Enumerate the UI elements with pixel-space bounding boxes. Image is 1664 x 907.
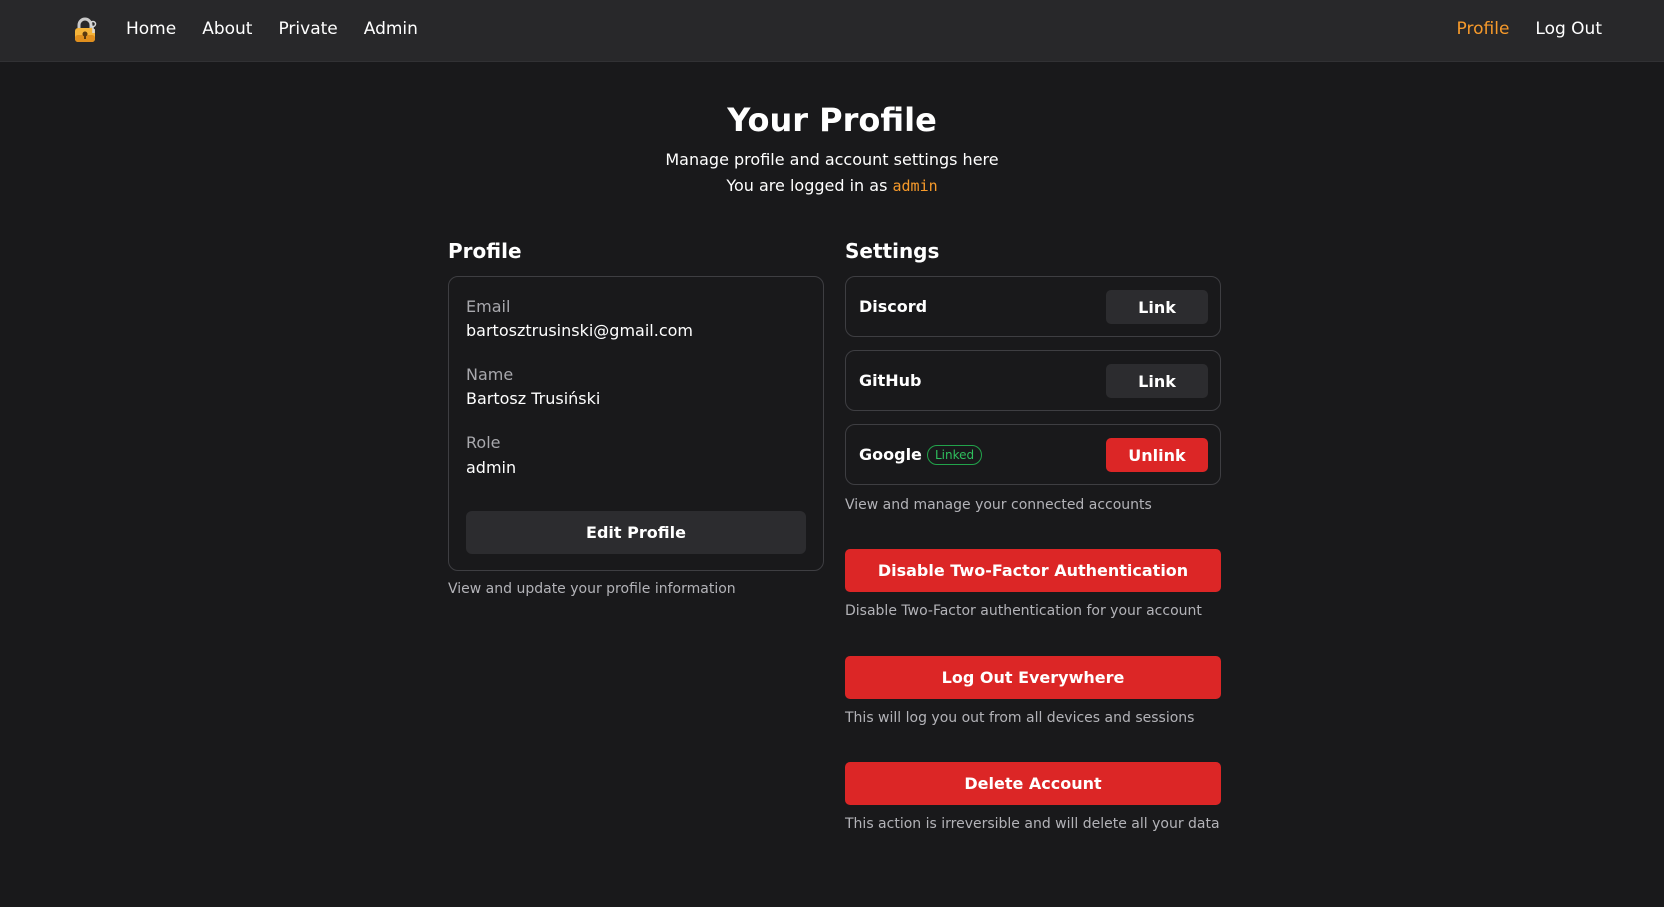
discord-account-card: Discord Link <box>845 276 1221 337</box>
delete-account-help-text: This action is irreversible and will del… <box>845 816 1220 832</box>
email-value: bartosztrusinski@gmail.com <box>466 321 693 340</box>
discord-label: Discord <box>859 297 928 316</box>
lock-key-icon[interactable] <box>71 16 99 44</box>
accounts-help-text: View and manage your connected accounts <box>845 497 1152 513</box>
role-label: Role <box>466 433 501 452</box>
github-label: GitHub <box>859 371 922 390</box>
edit-profile-button[interactable]: Edit Profile <box>466 511 806 554</box>
logged-in-notice: You are logged in as admin <box>0 175 1664 197</box>
nav-link-home[interactable]: Home <box>126 18 176 40</box>
google-label: Google <box>859 445 922 464</box>
name-label: Name <box>466 365 514 384</box>
page-title: Your Profile <box>727 101 937 139</box>
github-account-card: GitHub Link <box>845 350 1221 411</box>
logged-in-username: admin <box>892 177 938 195</box>
name-value: Bartosz Trusiński <box>466 389 601 408</box>
nav-link-about[interactable]: About <box>202 18 252 40</box>
delete-account-button[interactable]: Delete Account <box>845 762 1221 805</box>
nav-link-admin[interactable]: Admin <box>364 18 418 40</box>
top-navbar: Home About Private Admin Profile Log Out <box>0 0 1664 62</box>
nav-link-profile[interactable]: Profile <box>1457 18 1510 40</box>
google-unlink-button[interactable]: Unlink <box>1106 438 1208 472</box>
profile-section-title: Profile <box>448 239 522 263</box>
logout-everywhere-help-text: This will log you out from all devices a… <box>845 710 1195 726</box>
google-account-card: Google Linked Unlink <box>845 424 1221 485</box>
role-value: admin <box>466 458 517 477</box>
logout-everywhere-button[interactable]: Log Out Everywhere <box>845 656 1221 699</box>
github-link-button[interactable]: Link <box>1106 364 1208 398</box>
discord-link-button[interactable]: Link <box>1106 290 1208 324</box>
settings-section-title: Settings <box>845 239 940 263</box>
main-nav: Home About Private Admin <box>126 18 444 40</box>
page-subtitle: Manage profile and account settings here <box>665 150 999 169</box>
user-nav: Profile Log Out <box>1431 18 1602 40</box>
logged-in-prefix: You are logged in as <box>726 176 888 195</box>
email-label: Email <box>466 297 511 316</box>
nav-link-logout[interactable]: Log Out <box>1535 18 1602 40</box>
disable-2fa-button[interactable]: Disable Two-Factor Authentication <box>845 549 1221 592</box>
disable-2fa-help-text: Disable Two-Factor authentication for yo… <box>845 603 1202 619</box>
profile-card: Email bartosztrusinski@gmail.com Name Ba… <box>448 276 824 571</box>
nav-link-private[interactable]: Private <box>278 18 337 40</box>
profile-help-text: View and update your profile information <box>448 581 736 597</box>
linked-status-badge: Linked <box>927 445 983 465</box>
